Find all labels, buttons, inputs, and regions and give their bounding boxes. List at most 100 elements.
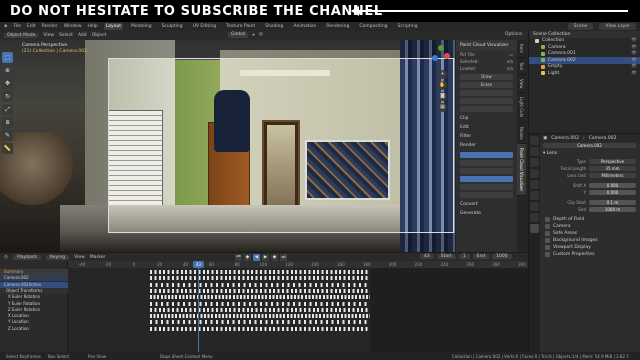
checkbox[interactable] <box>545 238 550 243</box>
property-value-field[interactable]: Millimeters <box>589 172 636 179</box>
collapsible-section[interactable]: Safe Areas <box>529 230 640 237</box>
section-render[interactable]: Render <box>456 141 517 150</box>
tab-sculpting[interactable]: Sculpting <box>160 23 185 30</box>
keyframe-row[interactable] <box>150 282 370 287</box>
menu-file[interactable]: File <box>13 24 21 29</box>
z-axis-icon[interactable] <box>432 55 438 61</box>
end-frame-field[interactable]: 1000 <box>492 254 512 259</box>
channel-row[interactable]: X Euler Rotation <box>0 294 68 300</box>
tab-scripting[interactable]: Scripting <box>396 23 420 30</box>
outliner-item[interactable]: Light 👁 <box>529 70 640 77</box>
property-value-field[interactable]: Perspective <box>589 158 636 165</box>
tab-compositing[interactable]: Compositing <box>357 23 389 30</box>
visibility-eye-icon[interactable]: 👁 <box>631 64 637 69</box>
current-frame-indicator[interactable]: 43 <box>193 261 204 268</box>
world-tab-icon[interactable] <box>530 191 539 200</box>
render-option[interactable] <box>460 176 513 182</box>
menu-playback[interactable]: Playback <box>12 254 42 260</box>
menu-help[interactable]: Help <box>88 24 98 29</box>
measure-icon[interactable]: 📏 <box>2 143 13 154</box>
tab-uv-editing[interactable]: UV Editing <box>191 23 218 30</box>
menu-view[interactable]: View <box>43 33 54 38</box>
section-edit[interactable]: Edit <box>456 123 517 132</box>
transform-orientation-dropdown[interactable]: Global <box>228 32 249 38</box>
move-icon[interactable]: ✥ <box>2 78 13 89</box>
property-value-field[interactable]: 0.1 m <box>589 199 636 206</box>
3d-viewport[interactable] <box>0 40 455 252</box>
checkbox[interactable] <box>545 224 550 229</box>
visibility-eye-icon[interactable]: 👁 <box>631 38 637 43</box>
play-reverse-icon[interactable]: ◀ <box>253 254 260 261</box>
menu-keying[interactable]: Keying <box>46 254 70 260</box>
menu-select[interactable]: Select <box>59 33 73 38</box>
render-field[interactable] <box>460 168 513 174</box>
dope-sheet[interactable]: Summary Camera.002 Camera.002Action Object … <box>0 261 528 352</box>
collapsible-section[interactable]: Custom Properties <box>529 251 640 258</box>
play-icon[interactable]: ▶ <box>262 254 269 261</box>
tab-item[interactable]: Item <box>517 40 526 59</box>
render-tab-icon[interactable] <box>530 147 539 156</box>
tab-animation[interactable]: Animation <box>291 23 318 30</box>
channel-row[interactable]: Object Transforms <box>0 287 68 294</box>
collapsible-section[interactable]: Camera <box>529 223 640 230</box>
camera-data-tab-icon[interactable] <box>530 224 539 233</box>
folder-icon[interactable]: ▭ <box>509 52 513 57</box>
visibility-eye-icon[interactable]: 👁 <box>631 45 637 50</box>
keyframe-row[interactable] <box>150 288 370 293</box>
section-convert[interactable]: Convert <box>456 200 517 209</box>
scene-tab-icon[interactable] <box>530 180 539 189</box>
current-frame-field[interactable]: 43 <box>420 254 434 259</box>
frame-ruler[interactable]: -40 -20 0 20 40 60 80 100 120 140 160 180 200 220 240 2… <box>68 261 528 268</box>
channel-row[interactable]: Y Euler Rotation <box>0 301 68 307</box>
tab-texture-paint[interactable]: Texture Paint <box>224 23 257 30</box>
3d-cursor-icon[interactable]: ⊕ <box>2 65 13 76</box>
tab-shading[interactable]: Shading <box>263 23 285 30</box>
editor-type-icon[interactable]: ◷ <box>4 255 8 260</box>
section-generate[interactable]: Generate <box>456 209 517 218</box>
render-field[interactable] <box>460 160 513 166</box>
menu-render[interactable]: Render <box>42 24 58 29</box>
camera-view-icon[interactable]: ◙ <box>438 92 447 101</box>
property-value-field[interactable]: 35 mm <box>589 165 636 172</box>
settings-field[interactable] <box>460 98 513 104</box>
keyframe-row[interactable] <box>150 326 370 331</box>
snap-icon[interactable]: ⌖ <box>252 32 255 38</box>
menu-object[interactable]: Object <box>92 33 107 38</box>
options-dropdown[interactable]: Options <box>505 32 522 37</box>
keyframe-row[interactable] <box>150 276 370 281</box>
collapsible-section[interactable]: Depth of Field <box>529 216 640 223</box>
collapsible-section[interactable]: Background Images <box>529 237 640 244</box>
channel-row[interactable]: Camera.002Action <box>0 281 68 288</box>
channel-row[interactable]: Z Location <box>0 326 68 332</box>
scene-selector[interactable]: Scene <box>567 23 594 30</box>
channel-row[interactable]: Z Euler Rotation <box>0 307 68 313</box>
erase-button[interactable]: Erase <box>460 82 513 88</box>
settings-field[interactable] <box>460 90 513 96</box>
tab-point-cloud-visualizer[interactable]: Point Cloud Visualizer <box>517 144 526 197</box>
keyframe-row[interactable] <box>150 314 370 319</box>
jump-end-icon[interactable]: ⏭ <box>280 254 287 261</box>
menu-edit[interactable]: Edit <box>27 24 36 29</box>
section-lens[interactable]: ▾ Lens <box>529 149 640 158</box>
draw-button[interactable]: Draw <box>460 74 513 80</box>
keyframe-row[interactable] <box>150 270 370 274</box>
property-value-field[interactable]: 0.000 <box>589 189 636 196</box>
tool-tab-icon[interactable] <box>530 136 539 145</box>
keyframe-row[interactable] <box>150 307 370 312</box>
menu-window[interactable]: Window <box>64 24 82 29</box>
section-filter[interactable]: Filter <box>456 132 517 141</box>
zoom-icon[interactable]: + <box>438 70 447 79</box>
object-tab-icon[interactable] <box>530 202 539 211</box>
menu-marker[interactable]: Marker <box>90 255 106 260</box>
prev-keyframe-icon[interactable]: ◆ <box>244 254 251 261</box>
render-field[interactable] <box>460 192 513 198</box>
transform-icon[interactable]: ⧈ <box>2 117 13 128</box>
menu-add[interactable]: Add <box>78 33 87 38</box>
tab-tool[interactable]: Tool <box>517 58 526 75</box>
visibility-eye-icon[interactable]: 👁 <box>631 71 637 76</box>
channel-row[interactable]: Camera.002 <box>0 275 68 282</box>
next-keyframe-icon[interactable]: ◆ <box>271 254 278 261</box>
channel-row[interactable]: X Location <box>0 313 68 319</box>
checkbox[interactable] <box>545 231 550 236</box>
x-axis-icon[interactable] <box>444 53 450 59</box>
